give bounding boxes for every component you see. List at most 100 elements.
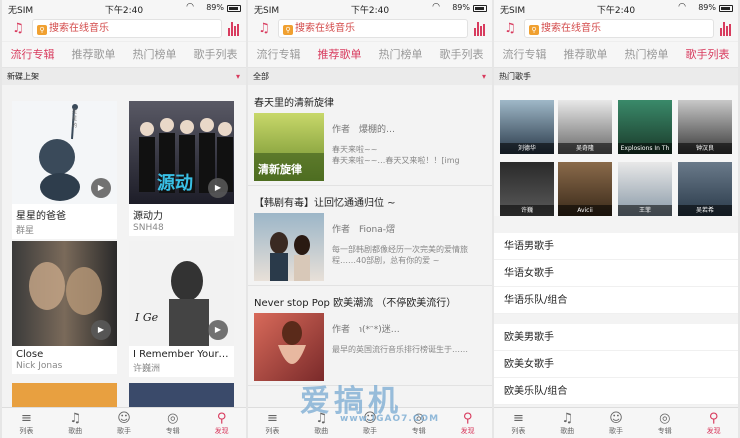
singer-name: Explosions In Th (618, 143, 672, 154)
singer-name: 吴若希 (678, 205, 732, 216)
singer-tile[interactable]: 王菲 (618, 162, 672, 216)
tab-hot-charts[interactable]: 热门榜单 (370, 42, 431, 67)
nav-singers[interactable]: ☺ 歌手 (100, 408, 149, 438)
equalizer-icon[interactable] (228, 22, 240, 36)
tab-recommended-playlists[interactable]: 推荐歌单 (555, 42, 616, 67)
nav-list[interactable]: ≡ 列表 (494, 408, 543, 438)
play-icon[interactable]: ▶ (91, 178, 111, 198)
playlist-description: 春天来啦~~ 春天来啦~~…春天又来啦！！[img (332, 145, 460, 165)
album-card[interactable]: 源动 ▶ 源动力 SNH48 (129, 101, 234, 236)
album-title: 星星的爸爸 (16, 211, 66, 222)
playlist-item[interactable]: Never stop Pop 欧美潮流 （不停欧美流行） 作者 ℩(*ᵔ*)迷…… (248, 286, 492, 386)
category-item[interactable]: 欧美女歌手 (494, 351, 738, 378)
nav-songs[interactable]: ♫ 歌曲 (543, 408, 592, 438)
nav-albums[interactable]: ◎ 专辑 (148, 408, 197, 438)
singer-tile[interactable]: Avicii (558, 162, 612, 216)
playlist-cover: 清新旋律 (254, 113, 324, 181)
singer-tile[interactable]: Explosions In Th (618, 100, 672, 154)
play-icon[interactable]: ▶ (91, 320, 111, 340)
section-header[interactable]: 新碟上架 ▾ (2, 68, 246, 85)
nav-singers[interactable]: ☺ 歌手 (592, 408, 641, 438)
battery-percent: 89% (698, 3, 716, 12)
playlist-title: 春天里的清新旋律 (254, 98, 334, 109)
singer-tile[interactable]: 钟汉良 (678, 100, 732, 154)
section-header[interactable]: 全部 ▾ (248, 68, 492, 85)
playlist-author: 作者 Fiona-熠 (332, 225, 395, 235)
play-icon[interactable]: ▶ (208, 320, 228, 340)
status-bar: 无SIM 下午2:40 ◠ 89% (494, 0, 738, 16)
battery-icon (719, 5, 733, 12)
playlist-item[interactable]: 春天里的清新旋律 清新旋律 作者 爆棚的… 春天来啦~~ 春天来啦~~…春天又来… (248, 86, 492, 186)
album-artist: SNH48 (133, 223, 164, 233)
app-logo-icon[interactable]: ♫ (500, 20, 520, 38)
search-icon: ⚲ (708, 411, 719, 426)
tab-hot-charts[interactable]: 热门榜单 (616, 42, 677, 67)
album-card[interactable]: I Ge ▶ I Remember Your… 许巍洲 (129, 241, 234, 377)
wifi-icon: ◠ (186, 2, 194, 12)
app-logo-icon[interactable]: ♫ (254, 20, 274, 38)
nav-list[interactable]: ≡ 列表 (248, 408, 297, 438)
search-input[interactable]: ⚲ 搜索在线音乐 (32, 19, 222, 38)
playlist-description: 最早的英国流行音乐排行榜诞生于…… (332, 345, 468, 354)
bottom-nav: ≡ 列表 ♫ 歌曲 ☺ 歌手 ◎ 专辑 ⚲ 发现 (2, 407, 246, 438)
tab-hot-charts[interactable]: 热门榜单 (124, 42, 185, 67)
equalizer-icon[interactable] (474, 22, 486, 36)
album-card[interactable]: 星 星 的 ▶ 星星的爸爸 群星 (12, 101, 117, 239)
chevron-down-icon[interactable]: ▾ (236, 68, 240, 85)
search-placeholder: 搜索在线音乐 (295, 23, 355, 34)
category-item[interactable]: 欧美男歌手 (494, 324, 738, 351)
section-header: 热门歌手 (494, 68, 738, 85)
nav-albums[interactable]: ◎ 专辑 (640, 408, 689, 438)
chevron-down-icon[interactable]: ▾ (482, 68, 486, 85)
singer-name: 王菲 (618, 205, 672, 216)
singer-name: 许巍 (500, 205, 554, 216)
nav-list[interactable]: ≡ 列表 (2, 408, 51, 438)
tab-popular-albums[interactable]: 流行专辑 (494, 42, 555, 67)
category-item[interactable]: 华语男歌手 (494, 233, 738, 260)
search-row: ♫ ⚲ 搜索在线音乐 (2, 16, 246, 42)
nav-songs[interactable]: ♫ 歌曲 (51, 408, 100, 438)
search-input[interactable]: ⚲ 搜索在线音乐 (278, 19, 468, 38)
album-card[interactable]: ▶ Close Nick Jonas (12, 241, 117, 374)
tab-recommended-playlists[interactable]: 推荐歌单 (63, 42, 124, 67)
play-icon[interactable]: ▶ (208, 178, 228, 198)
svg-text:星: 星 (72, 109, 77, 115)
playlist-description: 每一部韩剧都像经历一次完美的爱情旅程……40部剧，总有你的爱 ~ (332, 245, 468, 265)
playlist-cover-illustration (278, 321, 306, 364)
album-card[interactable] (129, 383, 234, 408)
singer-tile[interactable]: 刘德华 (500, 100, 554, 154)
search-input[interactable]: ⚲ 搜索在线音乐 (524, 19, 714, 38)
battery-percent: 89% (206, 3, 224, 12)
playlist-item[interactable]: 【韩剧有毒】让回忆通通归位 ~ 作者 Fiona-熠 每一部韩剧都像经历一次完美… (248, 186, 492, 286)
playlist-author: 作者 爆棚的… (332, 125, 396, 135)
list-music-icon: ≡ (20, 411, 32, 426)
nav-discover[interactable]: ⚲ 发现 (689, 408, 738, 438)
nav-discover[interactable]: ⚲ 发现 (197, 408, 246, 438)
tab-popular-albums[interactable]: 流行专辑 (2, 42, 63, 67)
tab-singer-list[interactable]: 歌手列表 (185, 42, 246, 67)
app-logo-icon[interactable]: ♫ (8, 20, 28, 38)
svg-text:清新旋律: 清新旋律 (258, 162, 302, 176)
singer-tile[interactable]: 许巍 (500, 162, 554, 216)
singer-tile[interactable]: 吴奇隆 (558, 100, 612, 154)
tab-recommended-playlists[interactable]: 推荐歌单 (309, 42, 370, 67)
album-card[interactable] (12, 383, 117, 408)
search-row: ♫ ⚲ 搜索在线音乐 (248, 16, 492, 42)
singer-tile[interactable]: 吴若希 (678, 162, 732, 216)
music-note-icon: ♫ (69, 411, 82, 426)
equalizer-icon[interactable] (720, 22, 732, 36)
album-title: Close (16, 349, 44, 360)
battery-percent: 89% (452, 3, 470, 12)
category-item[interactable]: 华语女歌手 (494, 260, 738, 287)
tab-popular-albums[interactable]: 流行专辑 (248, 42, 309, 67)
tab-singer-list[interactable]: 歌手列表 (677, 42, 738, 67)
svg-text:的: 的 (72, 122, 77, 129)
search-placeholder: 搜索在线音乐 (49, 23, 109, 34)
wifi-icon: ◠ (678, 2, 686, 12)
category-item[interactable]: 华语乐队/组合 (494, 287, 738, 314)
playlist-cover-illustration (270, 232, 310, 281)
tab-singer-list[interactable]: 歌手列表 (431, 42, 492, 67)
album-artist: 许巍洲 (133, 364, 161, 374)
svg-text:星: 星 (72, 116, 77, 122)
category-item[interactable]: 欧美乐队/组合 (494, 378, 738, 405)
